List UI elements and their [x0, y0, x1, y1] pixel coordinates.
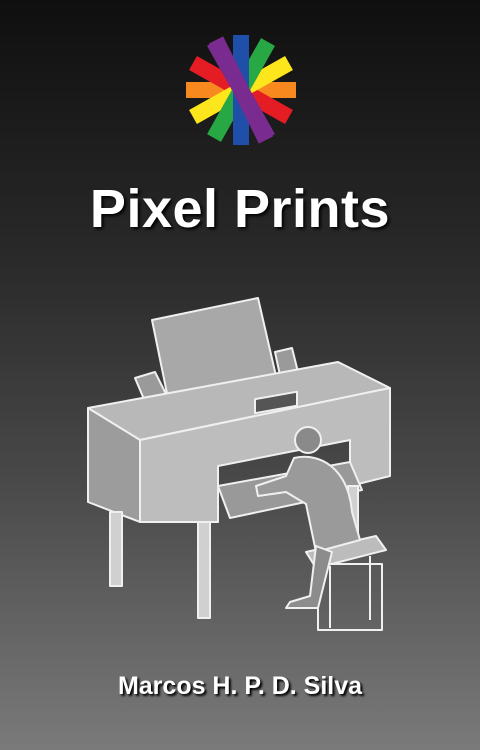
person-using-large-printer-icon: [87, 297, 391, 631]
rainbow-asterisk-logo-icon: [186, 35, 296, 145]
book-title: Pixel Prints: [89, 179, 391, 239]
author-name: Marcos H. P. D. Silva: [117, 672, 363, 700]
